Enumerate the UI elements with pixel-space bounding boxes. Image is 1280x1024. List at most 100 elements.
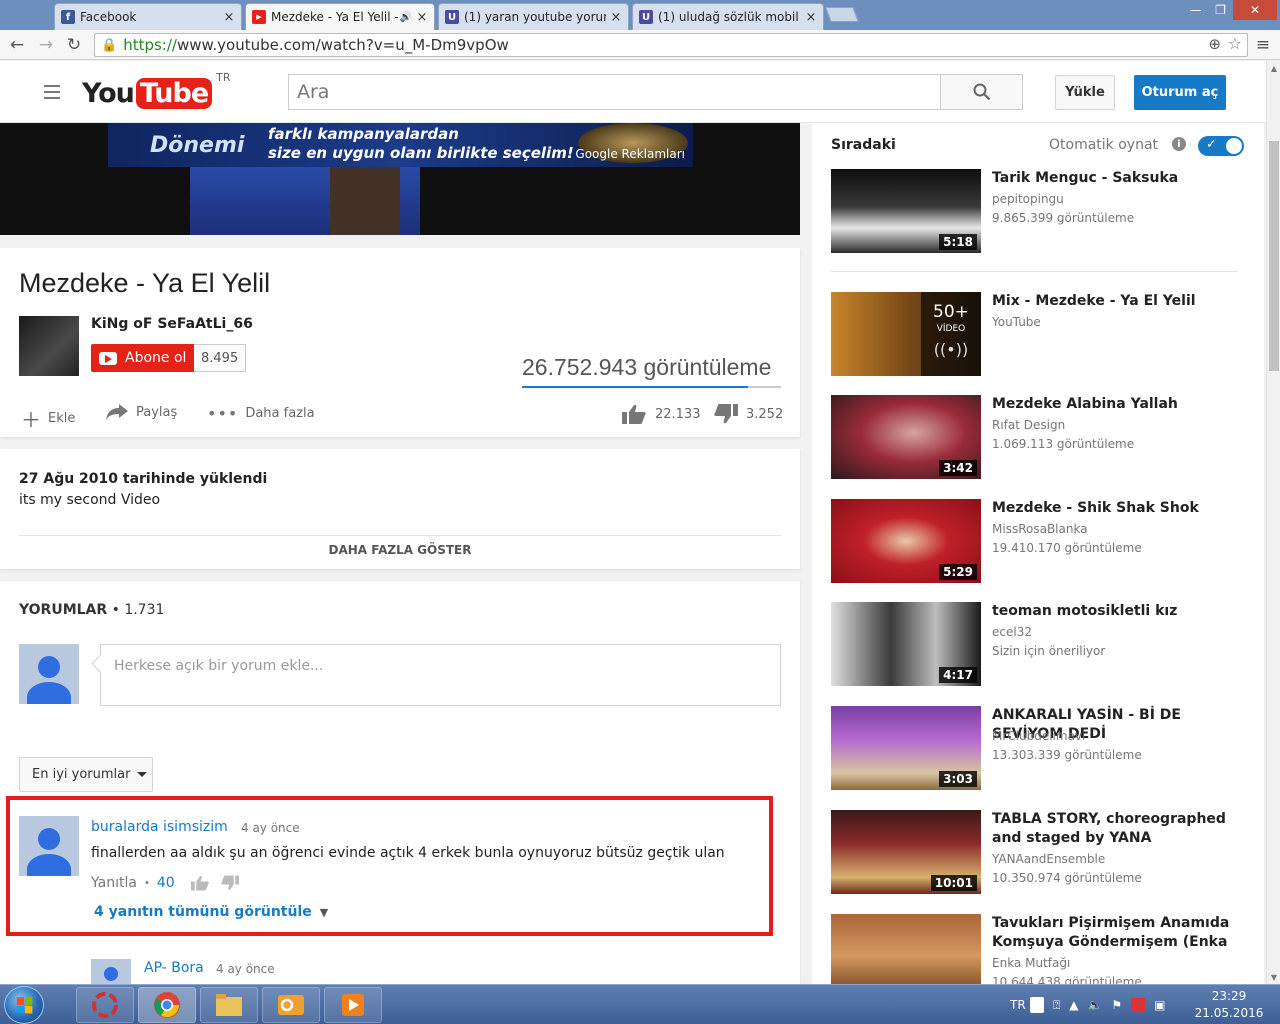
channel-avatar[interactable] xyxy=(19,316,79,376)
url-field[interactable]: 🔒 https:// www.youtube.com/watch?v=u_M-D… xyxy=(94,33,1248,57)
view-replies-button[interactable]: 4 yanıtın tümünü görüntüle ▼ xyxy=(94,904,328,920)
video-thumbnail[interactable]: 5:18 xyxy=(831,169,981,253)
taskbar-app-media[interactable] xyxy=(324,987,382,1023)
ad-banner[interactable]: Dönemi farklı kampanyalardan size en uyg… xyxy=(108,123,693,167)
like-button[interactable]: 22.133 xyxy=(622,404,701,424)
show-hidden-icons-icon[interactable]: ▲ xyxy=(1069,998,1078,1012)
video-item-title[interactable]: teoman motosikletli kız xyxy=(992,602,1252,621)
taskbar-app-explorer[interactable] xyxy=(200,987,258,1023)
up-next-video-item[interactable]: 50+ VİDEO ((•)) Mix - Mezdeke - Ya El Yelil… xyxy=(831,292,1251,376)
share-button[interactable]: Paylaş xyxy=(106,404,177,420)
reply-avatar[interactable] xyxy=(91,959,131,984)
taskbar-app-chrome[interactable] xyxy=(138,987,196,1023)
help-tray-icon[interactable]: ⍰ xyxy=(1053,998,1060,1013)
up-next-video-item[interactable]: 5:18 Tarik Menguc - Saksuka pepitopingu 9.8… xyxy=(831,169,1251,253)
dislike-button[interactable]: 3.252 xyxy=(714,404,783,424)
picasa-icon xyxy=(92,992,118,1018)
video-player[interactable]: Dönemi farklı kampanyalardan size en uyg… xyxy=(0,123,800,235)
reply-time[interactable]: 4 ay önce xyxy=(216,962,275,976)
sort-comments-dropdown[interactable]: En iyi yorumlar xyxy=(19,757,153,792)
menu-icon[interactable]: ≡ xyxy=(1252,34,1274,56)
video-item-channel: YouTube xyxy=(992,315,1041,329)
up-next-video-item[interactable]: 4:17 teoman motosikletli kız ecel32 Sizin i… xyxy=(831,602,1251,686)
minimize-button[interactable]: — xyxy=(1183,0,1208,20)
subscribe-button[interactable]: Abone ol xyxy=(91,344,195,372)
sign-in-button[interactable]: Oturum aç xyxy=(1134,75,1226,110)
up-next-video-item[interactable]: 3:42 Mezdeke Alabina Yallah Rıfat Design 1.… xyxy=(831,395,1251,479)
facebook-icon: f xyxy=(61,10,75,24)
close-tab-icon[interactable]: × xyxy=(610,10,622,25)
close-tab-icon[interactable]: × xyxy=(805,10,817,25)
back-arrow-icon[interactable]: ← xyxy=(6,34,28,56)
show-more-button[interactable]: DAHA FAZLA GÖSTER xyxy=(0,543,800,557)
autoplay-toggle[interactable]: ✓ xyxy=(1198,136,1244,156)
video-thumbnail[interactable]: 4:17 xyxy=(831,602,981,686)
thumbs-down-icon[interactable] xyxy=(220,875,239,891)
video-item-title[interactable]: Mezdeke - Shik Shak Shok xyxy=(992,499,1252,518)
close-window-button[interactable]: ✕ xyxy=(1233,0,1277,20)
tab-facebook[interactable]: f Facebook × xyxy=(54,3,242,30)
guide-menu-icon[interactable] xyxy=(44,85,60,103)
taskbar-app-outlook[interactable] xyxy=(262,987,320,1023)
up-next-video-item[interactable]: 5:29 Mezdeke - Shik Shak Shok MissRosaBlan… xyxy=(831,499,1251,583)
pdf-tray-icon[interactable] xyxy=(1030,997,1044,1013)
add-to-button[interactable]: ＋ Ekle xyxy=(21,404,75,433)
more-actions-button[interactable]: ••• Daha fazla xyxy=(207,404,315,423)
language-indicator[interactable]: TR xyxy=(1010,985,1026,1024)
close-tab-icon[interactable]: × xyxy=(223,10,235,25)
chrome-icon xyxy=(154,992,180,1018)
comment-input[interactable]: Herkese açık bir yorum ekle... xyxy=(100,644,781,706)
bookmark-star-icon[interactable]: ☆ xyxy=(1228,34,1242,53)
reply-button[interactable]: Yanıtla xyxy=(91,875,137,891)
antivirus-tray-icon[interactable] xyxy=(1131,998,1146,1012)
channel-name[interactable]: KiNg oF SeFaAtLi_66 xyxy=(91,316,253,332)
video-thumbnail[interactable] xyxy=(831,914,981,984)
comment-author[interactable]: buralarda isimsizim xyxy=(91,819,228,835)
info-icon[interactable]: i xyxy=(1172,137,1186,151)
start-button[interactable] xyxy=(4,986,44,1024)
audio-playing-icon[interactable]: 🔊 xyxy=(400,12,412,23)
video-item-title[interactable]: Tavukları Pişirmişem Anamıda Komşuya Gön… xyxy=(992,914,1252,952)
tab-youtube-active[interactable]: ▶ Mezdeke - Ya El Yelil - 🔊 × xyxy=(245,3,435,30)
forward-arrow-icon[interactable]: → xyxy=(35,34,57,56)
video-thumbnail[interactable]: 3:03 xyxy=(831,706,981,790)
scroll-up-arrow-icon[interactable]: ▲ xyxy=(1267,61,1280,75)
comment-time[interactable]: 4 ay önce xyxy=(241,821,300,835)
taskbar-app-picasa[interactable] xyxy=(76,987,134,1023)
comments-heading: YORUMLAR • 1.731 xyxy=(19,602,164,618)
flag-icon[interactable]: ⚑ xyxy=(1111,998,1122,1012)
maximize-button[interactable]: ❐ xyxy=(1208,0,1233,20)
search-button[interactable] xyxy=(940,74,1023,110)
video-thumbnail[interactable]: 10:01 xyxy=(831,810,981,894)
close-tab-icon[interactable]: × xyxy=(416,10,428,25)
video-thumbnail[interactable]: 5:29 xyxy=(831,499,981,583)
scroll-down-arrow-icon[interactable]: ▼ xyxy=(1267,970,1280,984)
up-next-video-item[interactable]: 3:03 ANKARALI YASİN - Bİ DE SEVİYOM DEDİ M… xyxy=(831,706,1251,790)
new-tab-button[interactable] xyxy=(825,7,859,22)
up-next-video-item[interactable]: Tavukları Pişirmişem Anamıda Komşuya Gön… xyxy=(831,914,1251,984)
clock-date: 21.05.2016 xyxy=(1194,1006,1264,1020)
zoom-icon[interactable]: ⊕ xyxy=(1208,35,1221,53)
video-thumbnail[interactable]: 3:42 xyxy=(831,395,981,479)
video-item-title[interactable]: Mezdeke Alabina Yallah xyxy=(992,395,1252,414)
up-next-video-item[interactable]: 10:01 TABLA STORY, choreographed and stag… xyxy=(831,810,1251,894)
tab-uludag-2[interactable]: U (1) uludağ sözlük mobil × xyxy=(632,3,824,30)
thumbs-up-icon[interactable] xyxy=(190,875,209,891)
video-thumbnail[interactable]: 50+ VİDEO ((•)) xyxy=(831,292,981,376)
scrollbar-thumb[interactable] xyxy=(1269,141,1279,371)
upload-button[interactable]: Yükle xyxy=(1055,75,1115,110)
video-item-title[interactable]: Tarik Menguc - Saksuka xyxy=(992,169,1252,188)
video-item-title[interactable]: TABLA STORY, choreographed and staged by… xyxy=(992,810,1252,848)
youtube-logo[interactable]: You Tube TR xyxy=(82,71,231,111)
video-item-title[interactable]: Mix - Mezdeke - Ya El Yelil xyxy=(992,292,1252,311)
reload-icon[interactable]: ↻ xyxy=(63,34,85,56)
page-scrollbar[interactable]: ▲ ▼ xyxy=(1266,61,1280,984)
commenter-avatar[interactable] xyxy=(19,816,79,876)
search-input[interactable]: Ara xyxy=(288,74,941,110)
system-clock[interactable]: 23:29 21.05.2016 xyxy=(1190,988,1268,1022)
tab-uludag-1[interactable]: U (1) yaran youtube yorumla × xyxy=(438,3,629,30)
network-icon[interactable]: ▣ xyxy=(1154,998,1165,1012)
reply-author[interactable]: AP- Bora xyxy=(144,960,204,976)
video-duration: 5:29 xyxy=(939,564,977,580)
volume-icon[interactable]: 🔈 xyxy=(1087,998,1102,1012)
